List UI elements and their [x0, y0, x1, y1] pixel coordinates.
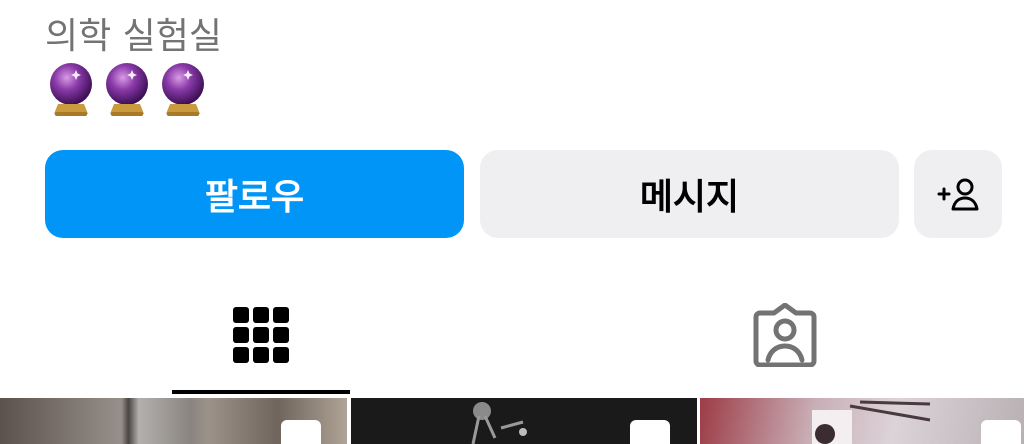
multi-post-icon [981, 420, 1021, 444]
post-thumbnail[interactable] [0, 398, 347, 444]
active-tab-indicator [172, 390, 350, 394]
crystal-ball-icon [106, 63, 148, 116]
post-thumbnail[interactable] [700, 398, 1024, 444]
post-image-figure [812, 400, 931, 444]
follow-button[interactable]: 팔로우 [45, 150, 464, 238]
suggest-accounts-button[interactable] [914, 150, 1002, 238]
post-grid [0, 398, 1024, 444]
crystal-ball-icon [50, 63, 92, 116]
message-button[interactable]: 메시지 [480, 150, 899, 238]
crystal-ball-icon [162, 63, 204, 116]
bio-emoji-row [46, 62, 208, 116]
profile-category: 의학 실험실 [45, 16, 223, 57]
tagged-person-icon [753, 303, 817, 367]
post-thumbnail[interactable] [351, 398, 697, 444]
tab-tagged[interactable] [696, 300, 874, 370]
person-add-icon [937, 178, 979, 211]
grid-icon [233, 307, 289, 363]
multi-post-icon [630, 420, 670, 444]
multi-post-icon [281, 420, 321, 444]
tab-posts-grid[interactable] [172, 300, 350, 370]
